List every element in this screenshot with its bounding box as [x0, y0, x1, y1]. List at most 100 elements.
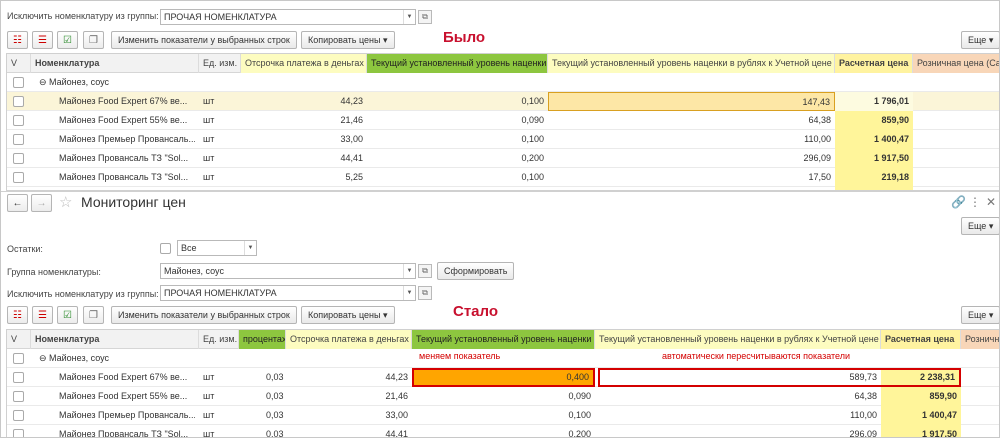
- cell-markup[interactable]: 0,100: [367, 92, 548, 111]
- cell-markup[interactable]: 0,090: [367, 111, 548, 130]
- back-icon[interactable]: ←: [7, 194, 28, 212]
- menu-dots-icon[interactable]: ⋮: [969, 195, 981, 209]
- col-v[interactable]: V: [7, 54, 31, 73]
- cell-deferral[interactable]: 44,23: [286, 368, 412, 387]
- row-checkbox[interactable]: [13, 429, 24, 437]
- more-button-top[interactable]: Еще ▾: [961, 217, 999, 235]
- col-unit[interactable]: Ед. изм.: [199, 330, 239, 349]
- chevron-down-icon[interactable]: ▼: [403, 286, 415, 300]
- row-checkbox[interactable]: [13, 353, 24, 364]
- col-calc-price[interactable]: Расчетная цена: [835, 54, 913, 73]
- row-checkbox[interactable]: [13, 96, 24, 107]
- group-field[interactable]: Майонез, соус ▼: [160, 263, 416, 279]
- cell-deferral[interactable]: 44,23: [241, 92, 367, 111]
- group-row[interactable]: ⊖ Майонез, соус: [7, 73, 999, 92]
- table-row[interactable]: Майонез Провансаль ТЗ "Sol... шт 5,25 0,100…: [7, 168, 999, 187]
- cell-deferral[interactable]: 21,46: [241, 111, 367, 130]
- row-checkbox[interactable]: [13, 153, 24, 164]
- cell-markup-rub[interactable]: 296,09: [598, 425, 881, 437]
- col-retail[interactable]: Розничная цена (Са: [913, 54, 999, 73]
- change-indicators-button[interactable]: Изменить показатели у выбранных строк: [111, 31, 297, 49]
- col-nomenclature[interactable]: Номенклатура: [31, 54, 199, 73]
- chevron-down-icon[interactable]: ▼: [244, 241, 256, 255]
- cell-markup-rub[interactable]: 110,00: [598, 406, 881, 425]
- more-button[interactable]: Еще ▾: [961, 306, 999, 324]
- table-row[interactable]: Майонез Food Expert 67% ве... шт 0,03 44,23…: [7, 368, 999, 387]
- open-icon[interactable]: ⧉: [418, 286, 432, 300]
- col-markup-rub[interactable]: Текущий установленный уровень наценки в …: [548, 54, 835, 73]
- group-row[interactable]: ⊖ Майонез, соус меняем показатель автома…: [7, 349, 999, 368]
- row-checkbox[interactable]: [13, 115, 24, 126]
- checkbox-icon[interactable]: ☑: [57, 306, 78, 324]
- cell-deferral[interactable]: 44,41: [241, 149, 367, 168]
- cell-markup-rub[interactable]: 589,73: [598, 368, 881, 387]
- col-unit[interactable]: Ед. изм.: [199, 54, 241, 73]
- row-checkbox[interactable]: [13, 134, 24, 145]
- copy-icon[interactable]: ❐: [83, 31, 104, 49]
- cell-markup-rub[interactable]: 296,09: [548, 149, 835, 168]
- cell-markup-rub[interactable]: 147,43: [548, 92, 835, 111]
- row-checkbox[interactable]: [13, 372, 24, 383]
- more-button[interactable]: Еще ▾: [961, 31, 999, 49]
- cell-markup-rub[interactable]: 17,50: [548, 168, 835, 187]
- change-indicators-button[interactable]: Изменить показатели у выбранных строк: [111, 306, 297, 324]
- cell-deferral[interactable]: 33,00: [286, 406, 412, 425]
- col-nomenclature[interactable]: Номенклатура: [31, 330, 199, 349]
- cell-markup[interactable]: 0,200: [412, 425, 595, 437]
- row-checkbox[interactable]: [13, 77, 24, 88]
- row-checkbox[interactable]: [13, 391, 24, 402]
- cell-deferral[interactable]: 21,46: [286, 387, 412, 406]
- cell-markup[interactable]: 0,200: [367, 149, 548, 168]
- table-row[interactable]: Майонез Провансаль ТЗ "Sol... шт 44,41 0,20…: [7, 149, 999, 168]
- row-checkbox[interactable]: [13, 172, 24, 183]
- cell-markup[interactable]: 0,400: [412, 368, 595, 387]
- table-row[interactable]: Майонез Провансаль ТЗ "Sol... шт 0,03 44,41…: [7, 425, 999, 437]
- col-current-markup[interactable]: Текущий установленный уровень наценки: [412, 330, 595, 349]
- col-v[interactable]: V: [7, 330, 31, 349]
- check-list-icon[interactable]: ☷: [7, 306, 28, 324]
- form-button[interactable]: Сформировать: [437, 262, 515, 280]
- chevron-down-icon[interactable]: ▼: [403, 264, 415, 278]
- link-icon[interactable]: 🔗: [951, 195, 966, 209]
- chevron-down-icon[interactable]: ▼: [403, 10, 415, 24]
- cell-deferral[interactable]: 33,00: [241, 130, 367, 149]
- table-row[interactable]: Майонез Food Expert 55% ве... шт 21,46 0,09…: [7, 111, 999, 130]
- remains-field[interactable]: Все ▼: [177, 240, 257, 256]
- col-deferral[interactable]: Отсрочка платежа в деньгах: [286, 330, 412, 349]
- col-deferral[interactable]: Отсрочка платежа в деньгах: [241, 54, 367, 73]
- exclude-group-field[interactable]: ПРОЧАЯ НОМЕНКЛАТУРА ▼: [160, 9, 416, 25]
- table-row[interactable]: Майонез Премьер Провансаль... шт 0,03 33,00…: [7, 406, 999, 425]
- check-list-icon[interactable]: ☷: [7, 31, 28, 49]
- remains-checkbox[interactable]: [160, 243, 171, 254]
- cell-markup-rub[interactable]: 110,00: [548, 130, 835, 149]
- cell-markup-rub[interactable]: 64,38: [548, 111, 835, 130]
- forward-icon[interactable]: →: [31, 194, 52, 212]
- row-checkbox[interactable]: [13, 410, 24, 421]
- copy-icon[interactable]: ❐: [83, 306, 104, 324]
- cell-deferral[interactable]: 44,41: [286, 425, 412, 437]
- uncheck-list-icon[interactable]: ☰: [32, 306, 53, 324]
- copy-prices-button[interactable]: Копировать цены ▾: [301, 31, 395, 49]
- cell-deferral[interactable]: 5,25: [241, 168, 367, 187]
- col-percent[interactable]: процентах: [239, 330, 286, 349]
- col-markup-rub[interactable]: Текущий установленный уровень наценки в …: [595, 330, 881, 349]
- open-icon[interactable]: ⧉: [418, 10, 432, 24]
- col-current-markup[interactable]: Текущий установленный уровень наценки: [367, 54, 548, 73]
- cell-markup[interactable]: 0,100: [367, 130, 548, 149]
- table-row[interactable]: Майонез Премьер Провансаль... шт 33,00 0,10…: [7, 130, 999, 149]
- open-icon[interactable]: ⧉: [418, 264, 432, 278]
- star-icon[interactable]: ☆: [59, 193, 72, 211]
- col-calc-price[interactable]: Расчетная цена: [881, 330, 961, 349]
- cell-markup[interactable]: 0,100: [412, 406, 595, 425]
- table-row[interactable]: Майонез Food Expert 55% ве... шт 0,03 21,46…: [7, 387, 999, 406]
- close-icon[interactable]: ✕: [986, 195, 996, 209]
- cell-markup[interactable]: 0,100: [367, 168, 548, 187]
- checkbox-icon[interactable]: ☑: [57, 31, 78, 49]
- uncheck-list-icon[interactable]: ☰: [32, 31, 53, 49]
- table-row[interactable]: Майонез Food Expert 67% ве... шт 44,23 0,10…: [7, 92, 999, 111]
- cell-markup-rub[interactable]: 64,38: [598, 387, 881, 406]
- col-retail[interactable]: Розничн: [961, 330, 999, 349]
- cell-markup[interactable]: 0,090: [412, 387, 595, 406]
- copy-prices-button[interactable]: Копировать цены ▾: [301, 306, 395, 324]
- exclude-group-field[interactable]: ПРОЧАЯ НОМЕНКЛАТУРА ▼: [160, 285, 416, 301]
